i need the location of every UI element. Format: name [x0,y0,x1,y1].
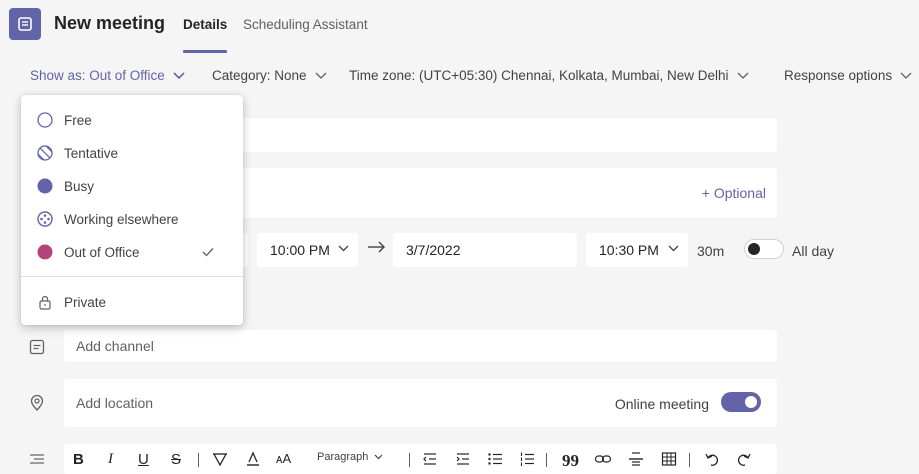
menu-item-label: Tentative [64,145,119,161]
toggle-knob [748,243,760,255]
toggle-knob [745,396,757,408]
calendar-app-icon [9,8,41,40]
out-of-office-status-icon [37,244,53,260]
show-as-dropdown[interactable]: Show as: Out of Office [30,68,185,83]
redo-icon[interactable] [736,451,752,467]
online-meeting-toggle[interactable] [721,392,761,412]
time-zone-dropdown[interactable]: Time zone: (UTC+05:30) Chennai, Kolkata,… [349,68,749,83]
quote-icon[interactable]: 99 [562,451,579,471]
chevron-down-icon [668,245,679,252]
location-placeholder: Add location [76,395,154,411]
time-zone-label: Time zone: (UTC+05:30) Chennai, Kolkata,… [349,68,729,83]
table-icon[interactable] [661,451,677,467]
chevron-down-icon [173,71,185,79]
bulleted-list-icon[interactable] [487,451,503,467]
menu-item-label: Out of Office [64,244,140,260]
highlight-icon[interactable] [212,451,228,467]
decrease-indent-icon[interactable] [422,451,438,467]
chevron-down-icon [737,72,749,79]
chevron-down-icon [338,245,349,252]
show-as-label: Show as: Out of Office [30,68,165,83]
chevron-down-icon [315,72,327,79]
channel-placeholder: Add channel [76,338,154,354]
font-size-icon[interactable]: ᴀA [276,451,291,466]
end-date-input[interactable]: 3/7/2022 [393,233,577,267]
page-title: New meeting [54,13,166,33]
busy-status-icon [37,178,53,194]
underline-icon[interactable]: U [138,451,149,468]
tab-details[interactable]: Details [183,17,227,32]
font-color-icon[interactable] [245,451,261,467]
details-icon [28,452,46,469]
separator [689,453,690,467]
menu-item-working-elsewhere[interactable]: Working elsewhere [21,204,243,234]
link-icon[interactable] [594,451,612,467]
duration-label: 30m [697,243,725,259]
menu-item-label: Working elsewhere [64,211,179,227]
menu-item-busy[interactable]: Busy [21,171,243,201]
italic-icon[interactable]: I [108,451,113,468]
bold-icon[interactable]: B [73,451,84,468]
menu-item-label: Free [64,112,92,128]
checkmark-icon [202,248,214,257]
menu-item-private[interactable]: Private [21,287,243,317]
category-label: Category: None [212,68,307,83]
menu-item-out-of-office[interactable]: Out of Office [21,237,243,267]
channel-icon [28,338,46,359]
tentative-status-icon [37,145,53,161]
increase-indent-icon[interactable] [455,451,471,467]
free-status-icon [37,112,53,128]
location-input[interactable]: Add location Online meeting [64,379,777,427]
horizontal-rule-icon[interactable] [628,451,644,467]
all-day-label: All day [792,243,835,259]
chevron-down-icon [374,454,383,460]
all-day-toggle[interactable] [744,239,784,259]
numbered-list-icon[interactable] [519,451,535,467]
tab-scheduling-assistant[interactable]: Scheduling Assistant [243,17,368,32]
strikethrough-icon[interactable]: S [171,451,181,468]
paragraph-label: Paragraph [317,451,369,463]
undo-icon[interactable] [704,451,720,467]
response-options-label: Response options [784,68,893,83]
start-time-dropdown[interactable]: 10:00 PM [257,233,358,267]
menu-item-tentative[interactable]: Tentative [21,138,243,168]
editor-toolbar: B I U S ᴀA Paragraph 99 [64,444,777,474]
meeting-options-toolbar: Show as: Out of Office Category: None Ti… [0,57,919,95]
chevron-down-icon [900,72,912,79]
response-options-dropdown[interactable]: Response options [784,68,912,83]
menu-item-free[interactable]: Free [21,105,243,135]
channel-input[interactable]: Add channel [64,330,777,362]
separator [198,453,199,467]
optional-attendees-link[interactable]: + Optional [702,185,766,201]
end-date-value: 3/7/2022 [406,242,461,258]
separator [546,453,547,467]
location-icon [28,394,46,415]
category-dropdown[interactable]: Category: None [212,68,327,83]
show-as-menu: Free Tentative Busy Working elsewhere Ou… [21,95,243,325]
lock-icon [39,295,51,310]
paragraph-dropdown[interactable]: Paragraph [317,451,383,463]
menu-item-label: Busy [64,178,95,194]
menu-divider [21,276,243,277]
arrow-right-icon [367,240,387,259]
online-meeting-label: Online meeting [614,396,709,412]
working-elsewhere-status-icon [37,211,53,227]
header: New meeting Details Scheduling Assistant [0,0,919,53]
start-time-value: 10:00 PM [270,242,330,258]
active-tab-indicator [183,50,227,53]
menu-item-label: Private [64,294,107,310]
end-time-dropdown[interactable]: 10:30 PM [586,233,688,267]
separator [409,453,410,467]
end-time-value: 10:30 PM [599,242,659,258]
